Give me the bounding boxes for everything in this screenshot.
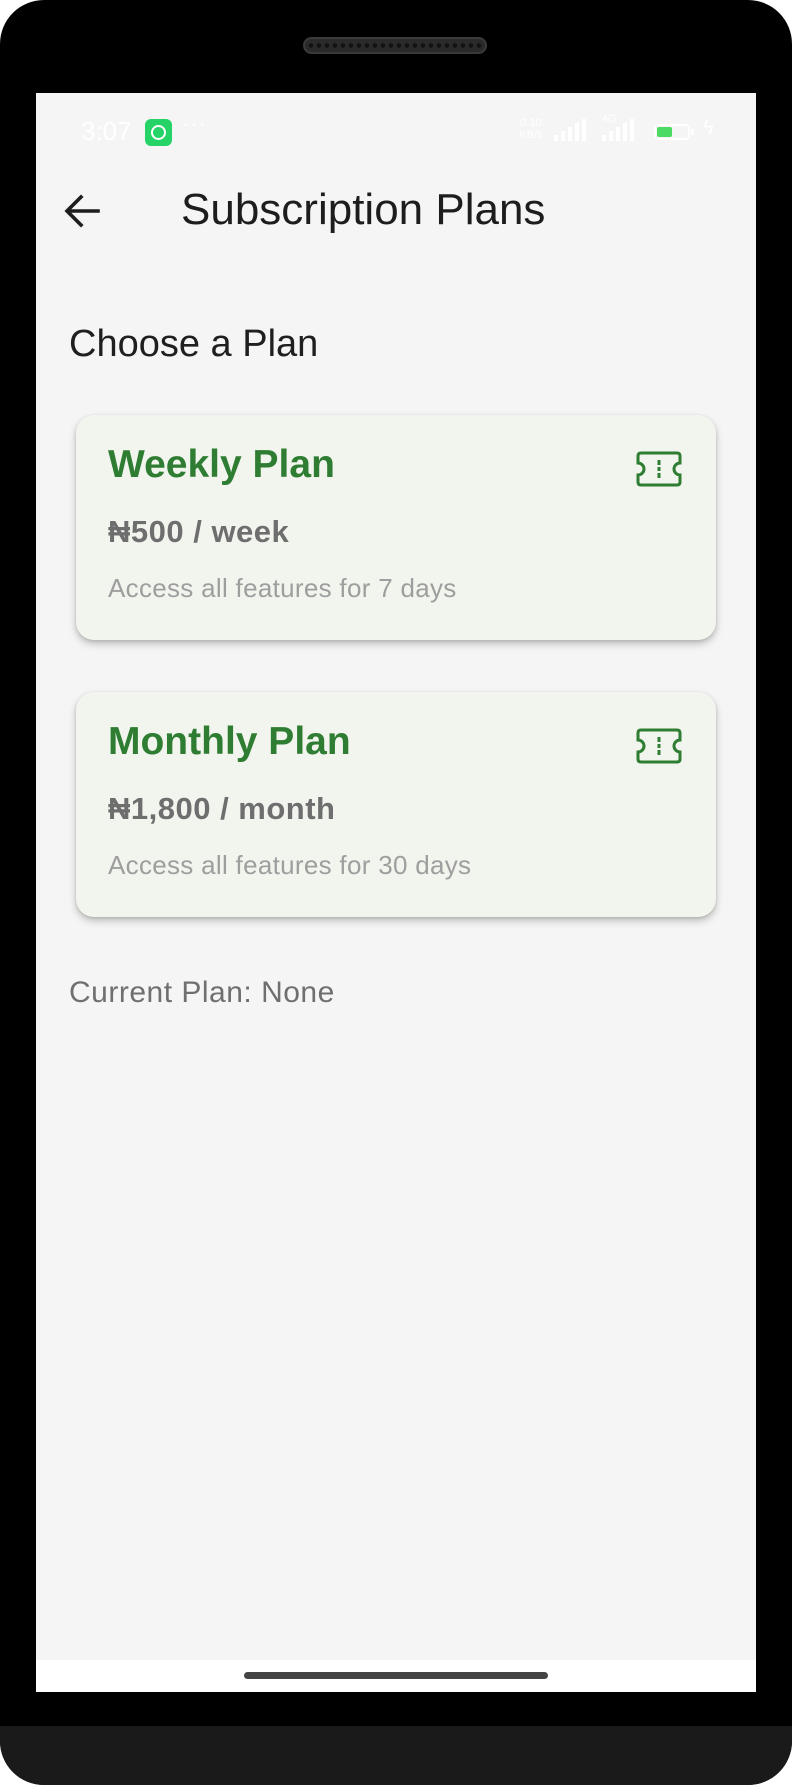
ticket-icon bbox=[636, 728, 682, 764]
plan-description: Access all features for 30 days bbox=[108, 850, 472, 880]
home-indicator[interactable] bbox=[244, 1672, 548, 1679]
battery-cap bbox=[691, 129, 694, 135]
phone-frame: 3:07 ··· 0.10 KB/s 4G ϟ Subscription Pla… bbox=[0, 0, 792, 1785]
signal-strength-icon bbox=[554, 119, 588, 141]
app-screen: 3:07 ··· 0.10 KB/s 4G ϟ Subscription Pla… bbox=[36, 93, 756, 1692]
battery-fill bbox=[657, 127, 672, 137]
plan-card-weekly[interactable]: Weekly Plan ₦500 / week Access all featu… bbox=[76, 415, 716, 640]
plan-name: Monthly Plan bbox=[108, 720, 351, 763]
signal-strength-2-icon bbox=[602, 119, 636, 141]
plan-name: Weekly Plan bbox=[108, 443, 335, 486]
section-heading: Choose a Plan bbox=[69, 323, 319, 365]
arrow-left-icon bbox=[64, 194, 100, 228]
plan-card-monthly[interactable]: Monthly Plan ₦1,800 / month Access all f… bbox=[76, 692, 716, 917]
network-speed-unit: KB/s bbox=[519, 129, 543, 141]
status-bar: 3:07 ··· 0.10 KB/s 4G ϟ bbox=[36, 93, 756, 146]
charging-icon: ϟ bbox=[703, 117, 714, 139]
network-speed: 0.10 KB/s bbox=[514, 117, 548, 141]
phone-bottom-bezel bbox=[0, 1726, 792, 1785]
app-bar: Subscription Plans bbox=[36, 173, 756, 263]
more-notifications-icon: ··· bbox=[182, 111, 207, 136]
plan-price: ₦500 / week bbox=[108, 514, 290, 549]
battery-icon bbox=[654, 124, 690, 140]
back-button[interactable] bbox=[58, 187, 106, 235]
earpiece-speaker bbox=[303, 37, 487, 54]
status-time: 3:07 bbox=[81, 116, 132, 146]
whatsapp-notification-icon bbox=[145, 119, 172, 146]
page-title: Subscription Plans bbox=[181, 185, 546, 234]
current-plan-label: Current Plan: None bbox=[69, 976, 335, 1009]
plan-price: ₦1,800 / month bbox=[108, 791, 336, 826]
ticket-icon bbox=[636, 451, 682, 487]
network-speed-value: 0.10 bbox=[520, 117, 542, 129]
plan-description: Access all features for 7 days bbox=[108, 573, 457, 603]
